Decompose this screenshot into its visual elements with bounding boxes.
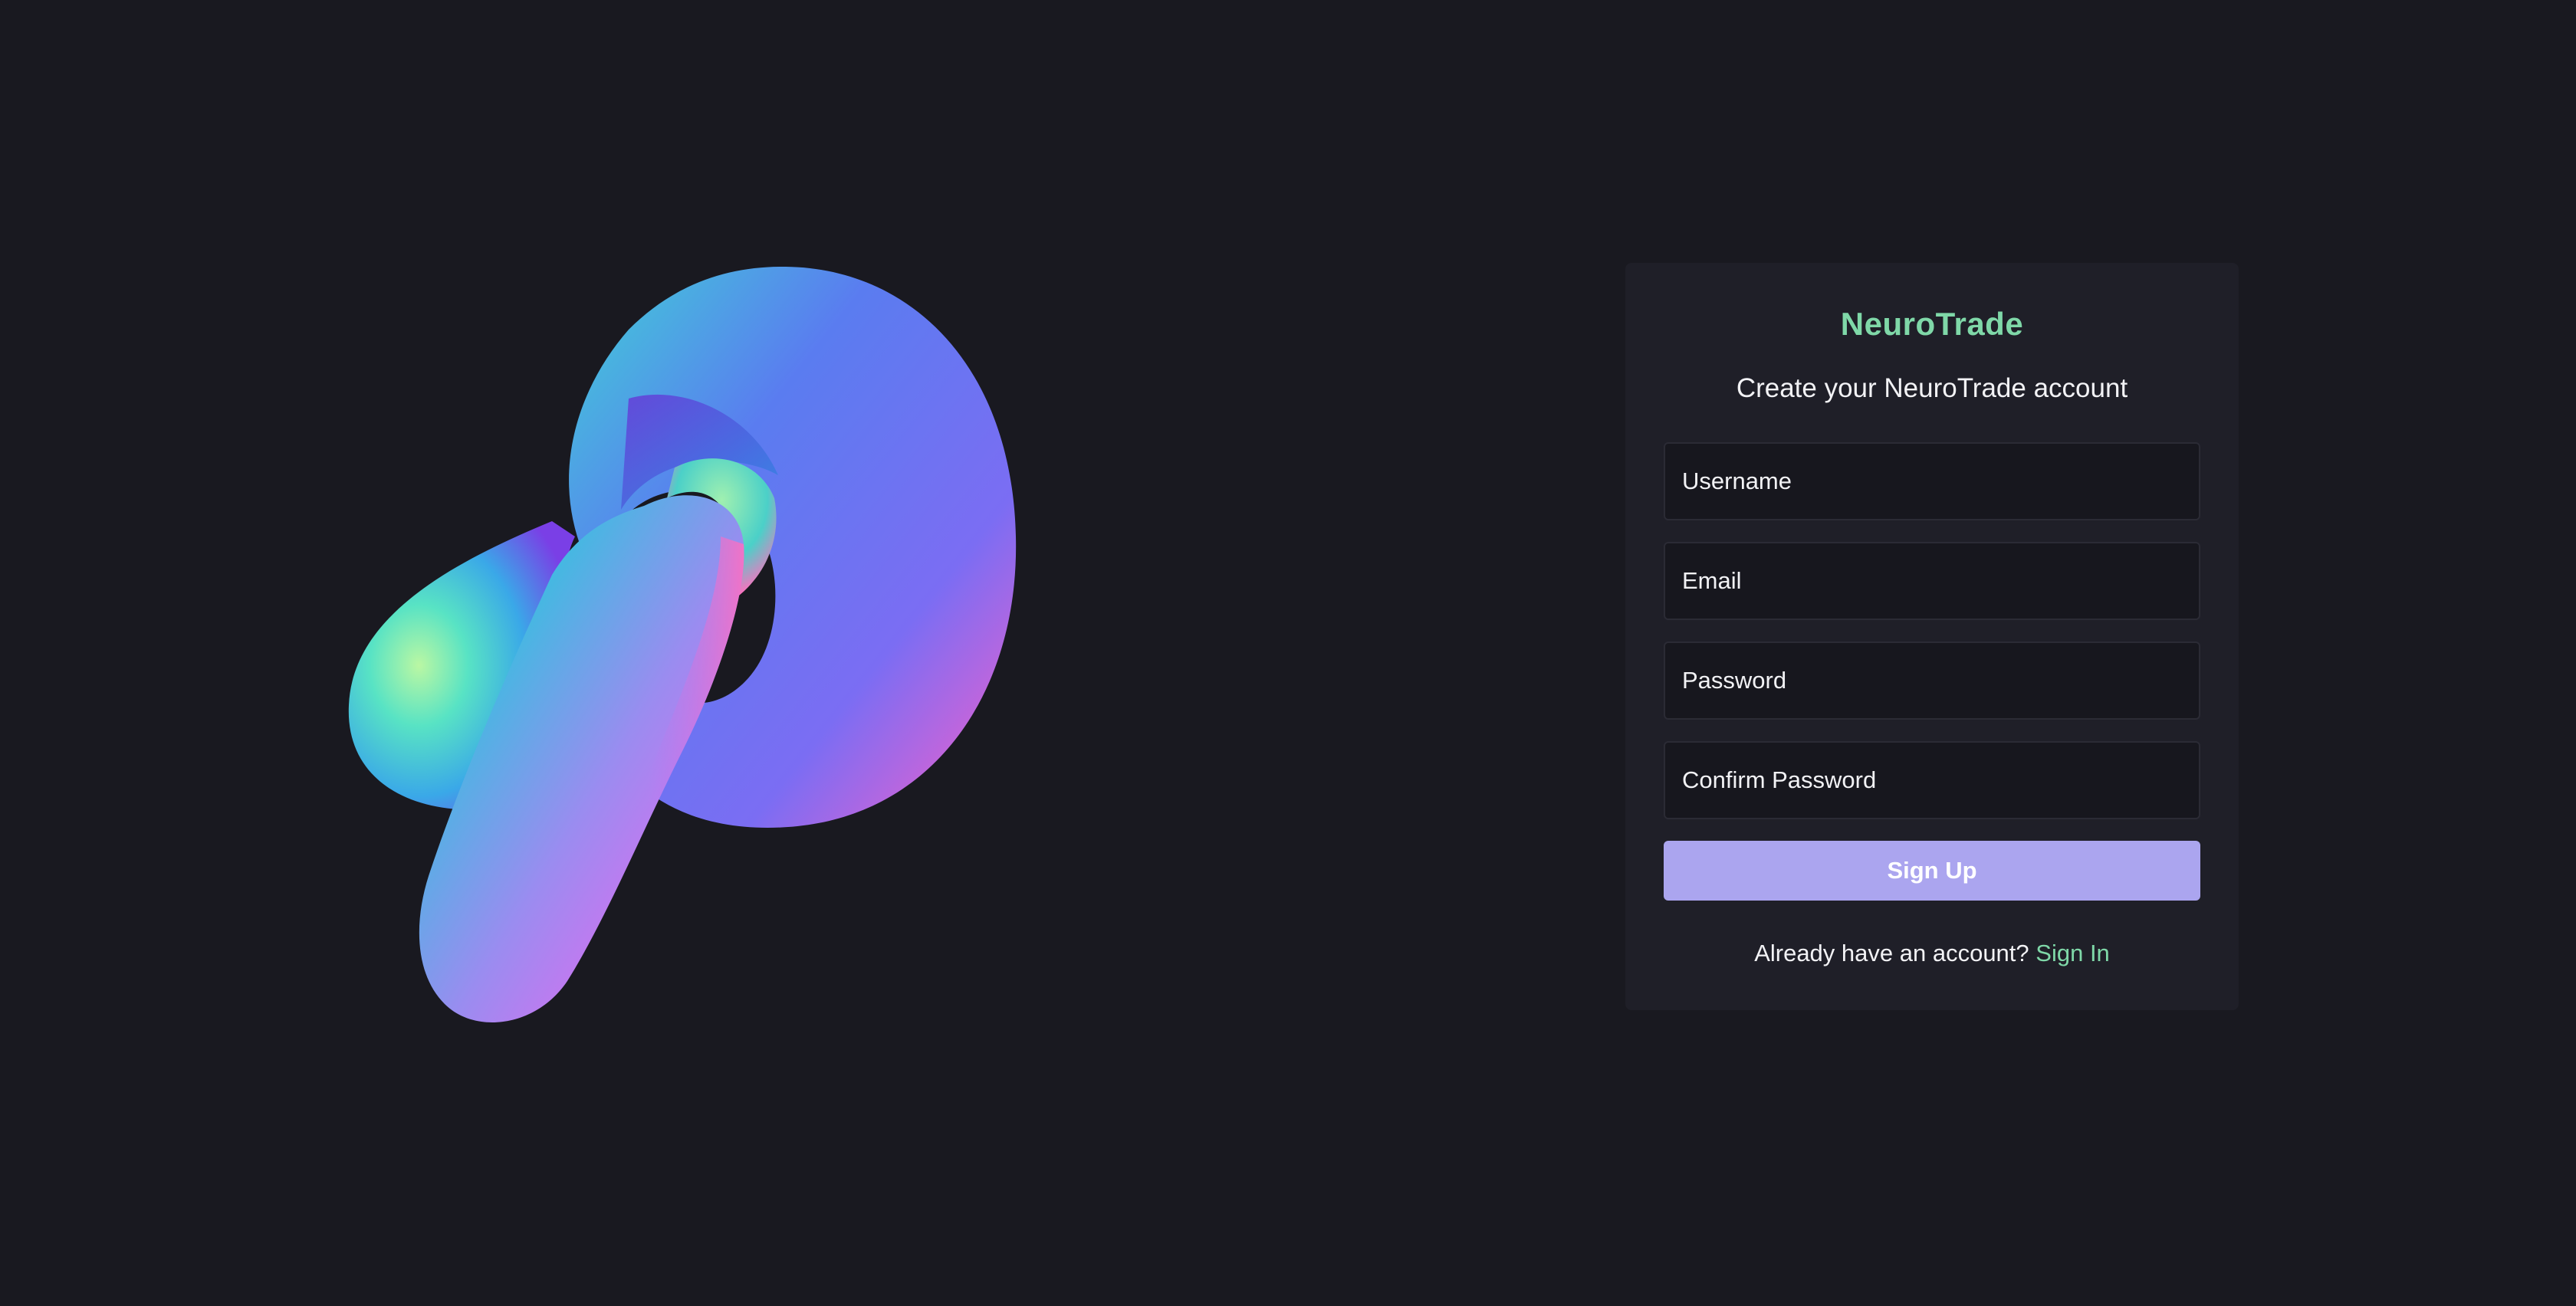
form-subtitle: Create your NeuroTrade account bbox=[1736, 373, 2128, 403]
confirm-password-input[interactable] bbox=[1664, 741, 2200, 819]
sign-in-prompt-text: Already have an account? bbox=[1754, 940, 2029, 966]
username-input[interactable] bbox=[1664, 442, 2200, 520]
password-input[interactable] bbox=[1664, 642, 2200, 720]
sign-in-prompt: Already have an account? Sign In bbox=[1625, 940, 2239, 967]
sign-in-link[interactable]: Sign In bbox=[2036, 940, 2110, 966]
brand-title: NeuroTrade bbox=[1840, 306, 2024, 342]
sign-up-button[interactable]: Sign Up bbox=[1664, 841, 2200, 901]
signup-page: NeuroTrade Create your NeuroTrade accoun… bbox=[0, 0, 2576, 1306]
torus-knot-icon bbox=[322, 245, 1104, 1104]
email-input[interactable] bbox=[1664, 542, 2200, 620]
signup-card: NeuroTrade Create your NeuroTrade accoun… bbox=[1625, 263, 2239, 1010]
